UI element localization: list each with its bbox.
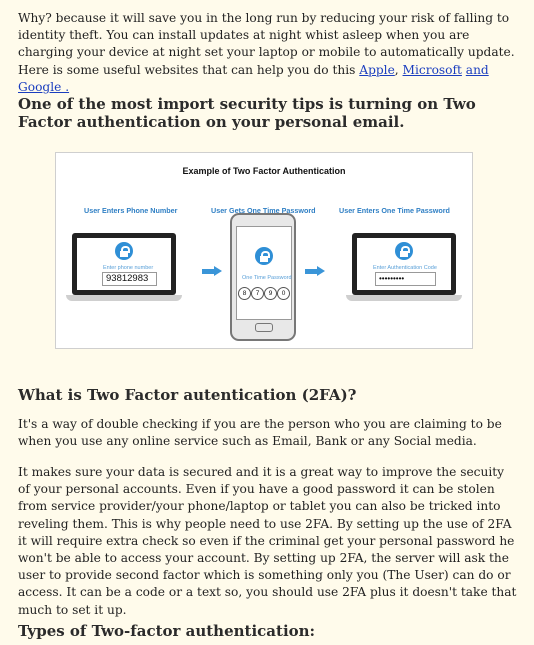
what-heading: What is Two Factor autentication (2FA)?: [18, 386, 357, 404]
arrow-right-icon: [305, 266, 327, 276]
otp-digit: 8: [238, 287, 251, 300]
phone-number-field: 93812983: [102, 272, 157, 286]
step-label-3: User Enters One Time Password: [339, 206, 450, 215]
auth-code-field: •••••••••: [375, 272, 436, 286]
link-separator: ,: [394, 62, 403, 77]
apple-link[interactable]: Apple: [359, 63, 395, 77]
secure-paragraph: It makes sure your data is secured and i…: [18, 465, 517, 617]
auth-code-label: Enter Authentication Code: [373, 265, 437, 271]
unlock-icon: [395, 242, 413, 260]
step-label-1: User Enters Phone Number: [84, 206, 178, 215]
what-paragraph: It's a way of double checking if you are…: [18, 417, 502, 449]
otp-digit: 7: [251, 287, 264, 300]
two-factor-diagram: Example of Two Factor Authentication Use…: [55, 152, 473, 349]
otp-label: One Time Password: [242, 275, 292, 281]
intro-paragraph: Why? because it will save you in the lon…: [18, 10, 518, 96]
tip-heading: One of the most import security tips is …: [18, 95, 476, 131]
diagram-title: Example of Two Factor Authentication: [182, 166, 346, 176]
arrow-right-icon: [202, 266, 224, 276]
types-heading: Types of Two-factor authentication:: [18, 622, 316, 640]
home-button: [255, 323, 273, 332]
laptop-enter-phone: Enter phone number 93812983: [66, 233, 182, 303]
lock-icon: [115, 242, 133, 260]
microsoft-link[interactable]: Microsoft: [403, 63, 462, 77]
lock-icon: [255, 247, 273, 265]
laptop-enter-code: Enter Authentication Code •••••••••: [346, 233, 462, 303]
otp-digit: 9: [264, 287, 277, 300]
otp-digit: 0: [277, 287, 290, 300]
mobile-phone: One Time Password 8 7 9 0: [230, 213, 296, 341]
phone-number-label: Enter phone number: [103, 265, 154, 271]
